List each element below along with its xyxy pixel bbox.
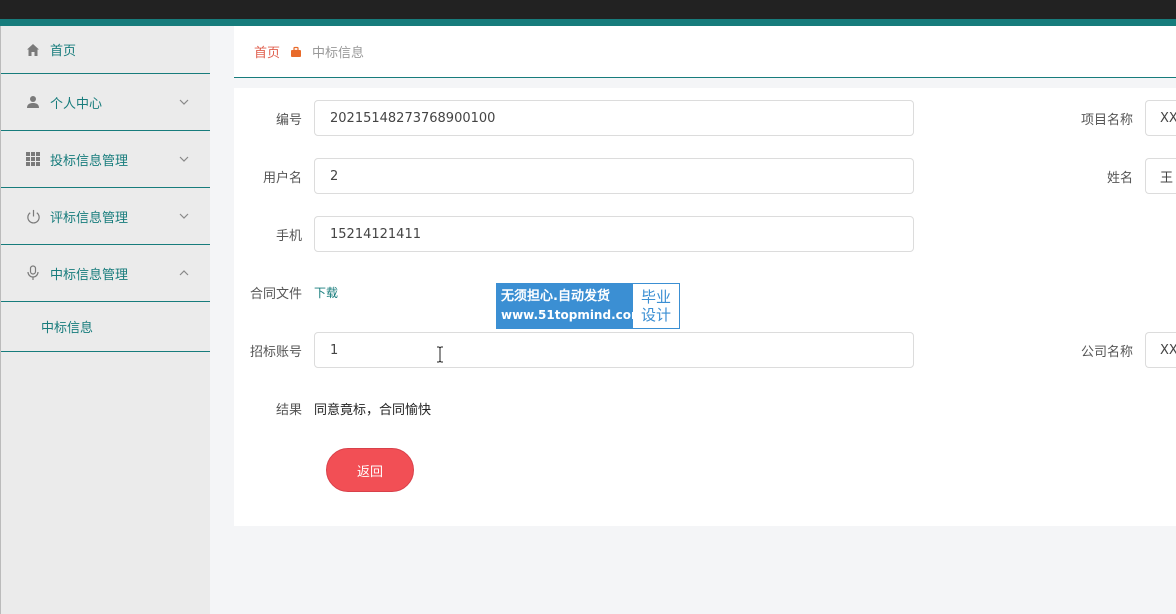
home-icon [25, 42, 41, 58]
form-row-number: 编号 20215148273768900100 [234, 100, 914, 136]
chevron-down-icon [179, 99, 189, 105]
watermark-right1: 毕业 [640, 288, 671, 306]
top-bar [0, 0, 1176, 26]
username-label: 用户名 [262, 170, 302, 186]
sidebar-item-label: 首页 [50, 44, 77, 59]
username-field[interactable]: 2 [314, 158, 914, 194]
form-row-result: 结果 同意竟标，合同愉快 [234, 390, 431, 426]
breadcrumb-current: 中标信息 [312, 46, 365, 61]
form-row-phone: 手机 15214121411 [234, 216, 914, 252]
form-row-username: 用户名 2 [234, 158, 914, 194]
contract-download-link[interactable]: 下载 [314, 284, 338, 301]
sidebar-item-bid-info[interactable]: 投标信息管理 [1, 131, 210, 188]
top-bar-stripe [0, 19, 1176, 26]
watermark-left: 无须担心.自动发货 www.51topmind.com [497, 284, 644, 328]
user-icon [25, 94, 41, 110]
back-button[interactable]: 返回 [326, 448, 414, 492]
watermark-line2: www.51topmind.com [501, 308, 644, 322]
form-row-contract: 合同文件 下载 [234, 274, 338, 310]
chevron-down-icon [179, 213, 189, 219]
result-label: 结果 [275, 402, 302, 418]
contract-label: 合同文件 [249, 286, 302, 302]
chevron-down-icon [179, 156, 189, 162]
number-label: 编号 [275, 112, 302, 128]
sidebar-subitem-winning-info[interactable]: 中标信息 [1, 302, 210, 352]
sidebar-item-home[interactable]: 首页 [1, 26, 210, 74]
watermark-line1: 无须担心.自动发货 [501, 289, 610, 304]
sidebar-item-evaluation-info[interactable]: 评标信息管理 [1, 188, 210, 245]
detail-form: 编号 20215148273768900100 用户名 2 手机 1521412… [234, 88, 1176, 526]
number-field[interactable]: 20215148273768900100 [314, 100, 914, 136]
sidebar-item-label: 中标信息管理 [50, 267, 129, 283]
phone-label: 手机 [275, 228, 302, 244]
power-icon [25, 208, 41, 224]
watermark-right2: 设计 [640, 306, 671, 324]
watermark-right: 毕业 设计 [633, 284, 679, 328]
company-name-field[interactable]: XX [1145, 332, 1176, 368]
breadcrumb-separator-icon [290, 46, 302, 58]
sidebar-item-personal-center[interactable]: 个人中心 [1, 74, 210, 131]
breadcrumb-home-link[interactable]: 首页 [254, 42, 280, 61]
account-field[interactable]: 1 [314, 332, 914, 368]
name-field[interactable]: 王 [1145, 158, 1176, 194]
name-label: 姓名 [1106, 171, 1133, 186]
sidebar-item-winning-info[interactable]: 中标信息管理 [1, 245, 210, 302]
sidebar-item-label: 评标信息管理 [50, 210, 129, 226]
chevron-up-icon [179, 270, 189, 276]
project-name-field[interactable]: XX [1145, 100, 1176, 136]
sidebar-item-label: 个人中心 [50, 96, 103, 112]
company-name-label: 公司名称 [1080, 345, 1133, 360]
account-label: 招标账号 [249, 344, 302, 360]
form-row-account: 招标账号 1 [234, 332, 914, 368]
text-cursor-icon [437, 346, 443, 363]
microphone-icon [25, 265, 41, 281]
watermark-logo: 无须担心.自动发货 www.51topmind.com 毕业 设计 [496, 283, 680, 329]
project-name-label: 项目名称 [1080, 113, 1133, 128]
sidebar: 首页 个人中心 投标信息管理 评标信息管理 中标信息管理 中标信息 [0, 26, 210, 614]
grid-icon [25, 151, 41, 167]
sidebar-item-label: 投标信息管理 [50, 153, 129, 169]
result-value: 同意竟标，合同愉快 [314, 402, 432, 418]
phone-field[interactable]: 15214121411 [314, 216, 914, 252]
breadcrumb: 首页 中标信息 [234, 26, 1176, 78]
